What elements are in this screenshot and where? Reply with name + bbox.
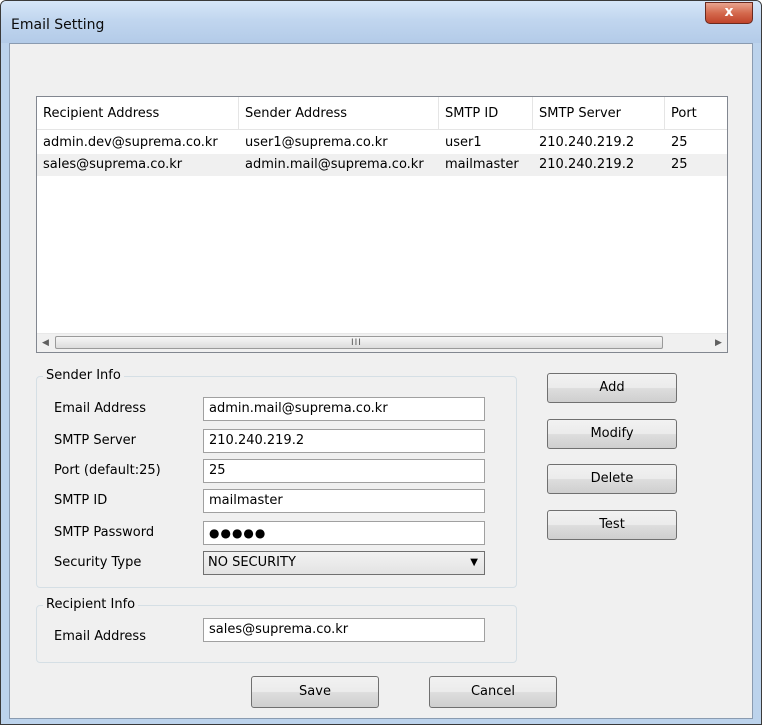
smtp-id-field[interactable]: mailmaster [203, 489, 485, 513]
list-header: Recipient Address Sender Address SMTP ID… [37, 97, 727, 131]
sender-email-field[interactable]: admin.mail@suprema.co.kr [203, 397, 485, 421]
security-type-value: NO SECURITY [208, 555, 296, 570]
table-row-selected[interactable]: sales@suprema.co.kr admin.mail@suprema.c… [37, 154, 727, 176]
column-recipient-address[interactable]: Recipient Address [37, 97, 239, 130]
horizontal-scrollbar[interactable]: ◀ III ▶ [37, 333, 727, 352]
smtp-server-label: SMTP Server [54, 433, 137, 448]
port-label: Port (default:25) [54, 463, 161, 478]
cell-port: 25 [671, 157, 688, 172]
close-icon: x [724, 4, 734, 20]
cell-recipient-address: sales@suprema.co.kr [43, 157, 183, 172]
cell-sender-address: admin.mail@suprema.co.kr [245, 157, 424, 172]
scroll-right-icon[interactable]: ▶ [710, 334, 727, 352]
port-field[interactable]: 25 [203, 459, 485, 483]
smtp-id-label: SMTP ID [54, 493, 108, 508]
column-sender-address[interactable]: Sender Address [239, 97, 439, 130]
window-title: Email Setting [11, 17, 105, 33]
column-port[interactable]: Port [665, 97, 727, 130]
cell-smtp-server: 210.240.219.2 [539, 157, 635, 172]
smtp-password-field[interactable]: ●●●●● [203, 521, 485, 545]
test-button[interactable]: Test [547, 510, 677, 540]
smtp-server-field[interactable]: 210.240.219.2 [203, 429, 485, 453]
recipient-email-label: Email Address [54, 629, 146, 644]
security-type-label: Security Type [54, 555, 142, 570]
recipient-info-legend: Recipient Info [43, 597, 139, 612]
cell-smtp-server: 210.240.219.2 [539, 135, 635, 150]
title-bar[interactable]: Email Setting x [1, 1, 761, 43]
table-row[interactable]: admin.dev@suprema.co.kr user1@suprema.co… [37, 132, 727, 154]
cancel-button[interactable]: Cancel [429, 676, 557, 708]
close-button[interactable]: x [705, 2, 753, 24]
column-smtp-id[interactable]: SMTP ID [439, 97, 533, 130]
delete-button[interactable]: Delete [547, 464, 677, 494]
scroll-grip: III [351, 338, 362, 348]
scroll-thumb[interactable]: III [55, 336, 663, 349]
cell-smtp-id: mailmaster [445, 157, 519, 172]
recipient-email-field[interactable]: sales@suprema.co.kr [203, 618, 485, 642]
email-setting-window: Email Setting x Recipient Address Sender… [0, 0, 762, 725]
smtp-password-label: SMTP Password [54, 525, 155, 540]
dialog-body: Recipient Address Sender Address SMTP ID… [9, 43, 753, 719]
chevron-down-icon[interactable]: ▼ [470, 552, 478, 574]
cell-smtp-id: user1 [445, 135, 482, 150]
save-button[interactable]: Save [251, 676, 379, 708]
cell-recipient-address: admin.dev@suprema.co.kr [43, 135, 218, 150]
scroll-left-icon[interactable]: ◀ [37, 334, 54, 352]
modify-button[interactable]: Modify [547, 419, 677, 449]
cell-sender-address: user1@suprema.co.kr [245, 135, 388, 150]
security-type-select[interactable]: NO SECURITY ▼ [203, 551, 485, 575]
email-list[interactable]: Recipient Address Sender Address SMTP ID… [36, 96, 728, 353]
column-smtp-server[interactable]: SMTP Server [533, 97, 665, 130]
sender-email-label: Email Address [54, 401, 146, 416]
recipient-info-group: Recipient Info Email Address sales@supre… [36, 597, 517, 663]
add-button[interactable]: Add [547, 373, 677, 403]
sender-info-legend: Sender Info [43, 368, 124, 383]
cell-port: 25 [671, 135, 688, 150]
sender-info-group: Sender Info Email Address admin.mail@sup… [36, 368, 517, 588]
